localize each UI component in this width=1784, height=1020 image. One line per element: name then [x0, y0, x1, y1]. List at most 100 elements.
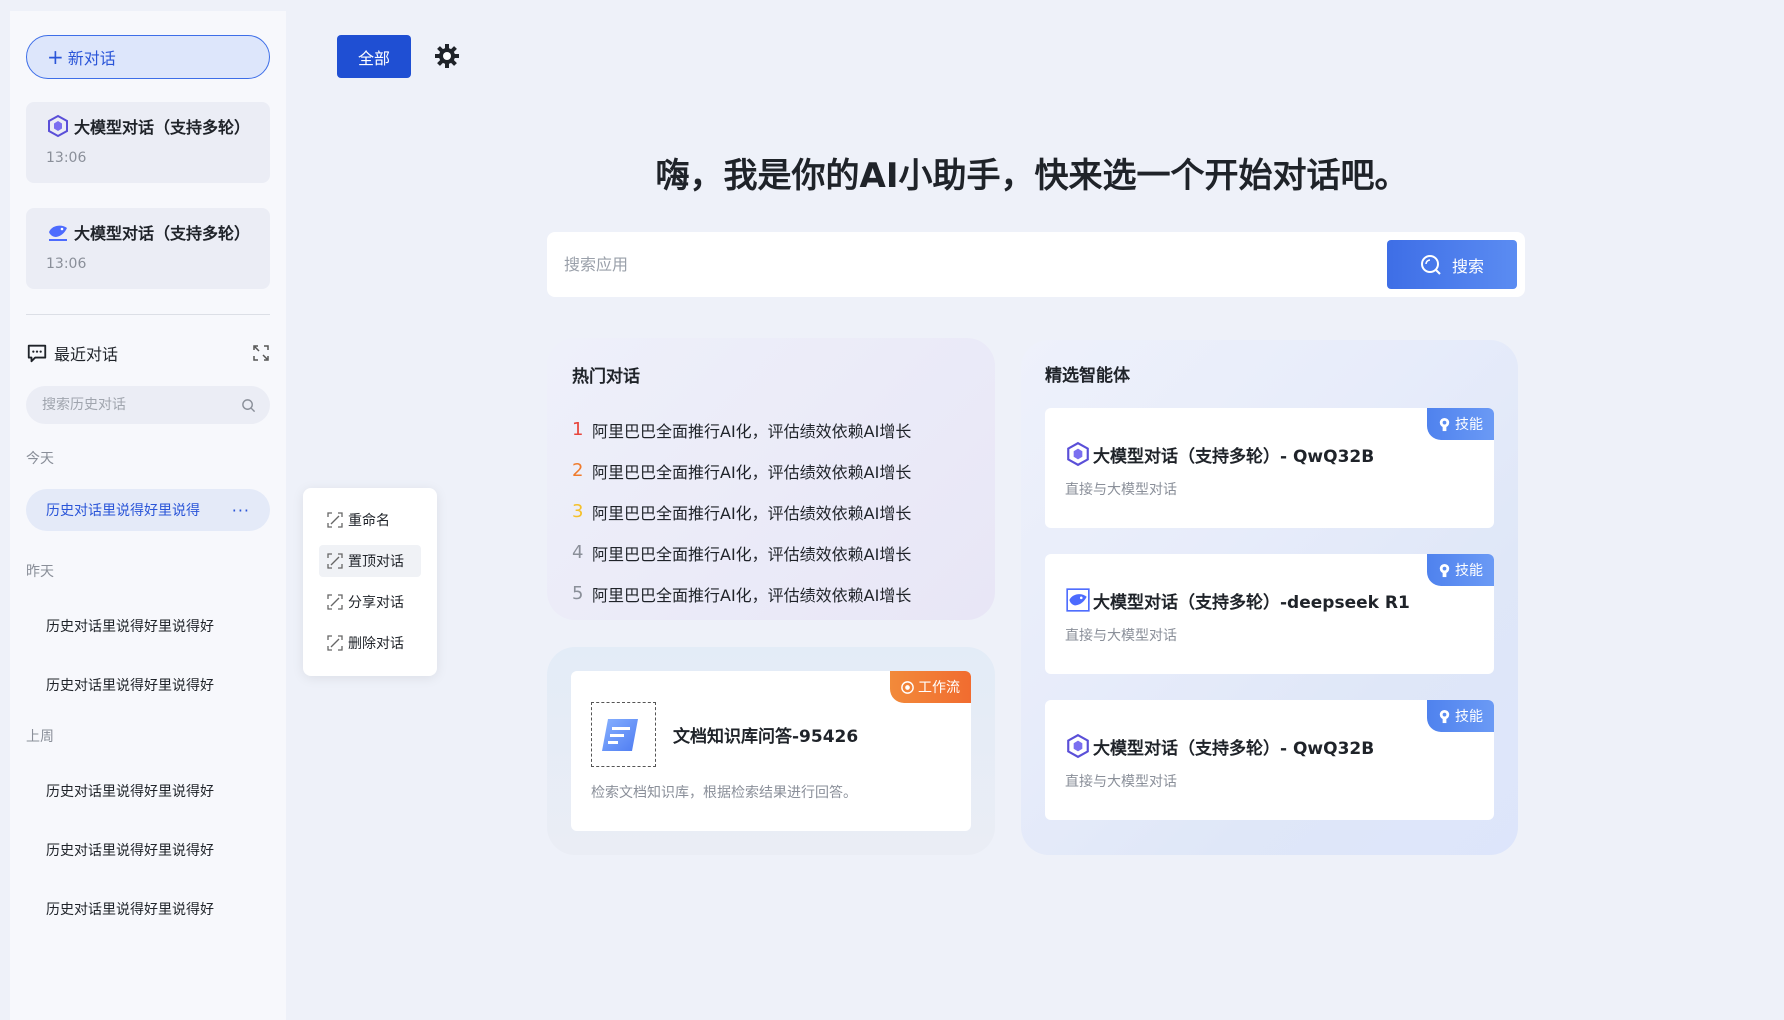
- document-knowledge-icon: [591, 702, 656, 767]
- history-item[interactable]: 历史对话里说得好里说得好: [46, 840, 214, 860]
- skill-tag-label: 技能: [1455, 417, 1483, 433]
- workflow-panel: 工作流 文档知识库问答-95426 检索文档知识库，根据检索结果进行回答。: [547, 647, 995, 855]
- sidebar: + 新对话 大模型对话（支持多轮） 13:06 大模型对话（支持多轮） 13:0…: [10, 11, 286, 1020]
- context-menu: 重命名 置顶对话 分享对话 删除对话: [303, 488, 437, 676]
- workflow-icon: [901, 680, 914, 694]
- gear-icon[interactable]: [434, 43, 460, 69]
- hot-item[interactable]: 5 阿里巴巴全面推行AI化，评估绩效依赖AI增长: [572, 573, 995, 614]
- agent-desc: 直接与大模型对话: [1065, 482, 1177, 498]
- model-chat-title: 大模型对话（支持多轮）: [74, 118, 251, 137]
- agent-card[interactable]: 技能 大模型对话（支持多轮）- QwQ32B 直接与大模型对话: [1045, 408, 1494, 528]
- ctx-pin[interactable]: 置顶对话: [319, 545, 421, 577]
- search-button[interactable]: 搜索: [1387, 240, 1517, 289]
- hot-item[interactable]: 2 阿里巴巴全面推行AI化，评估绩效依赖AI增长: [572, 450, 995, 491]
- sidebar-divider: [26, 314, 270, 315]
- history-item[interactable]: 历史对话里说得好里说得好: [46, 675, 214, 695]
- history-item[interactable]: 历史对话里说得好里说得好: [46, 781, 214, 801]
- workflow-name: 文档知识库问答-95426: [673, 727, 859, 747]
- new-chat-button[interactable]: + 新对话: [26, 35, 270, 79]
- chat-bubble-icon: [27, 344, 47, 363]
- recent-header: 最近对话: [26, 341, 270, 365]
- ctx-rename-label: 重命名: [348, 513, 390, 529]
- skill-tag: 技能: [1427, 700, 1494, 732]
- agents-title: 精选智能体: [1045, 366, 1130, 386]
- share-icon: [327, 594, 343, 610]
- skill-tag: 技能: [1427, 408, 1494, 440]
- app-search-bar: 搜索: [547, 232, 1525, 297]
- qwen-logo-icon: [48, 114, 68, 138]
- skill-icon: [1439, 563, 1450, 577]
- hot-rank: 5: [572, 583, 584, 604]
- agent-card[interactable]: 技能 大模型对话（支持多轮）-deepseek R1 直接与大模型对话: [1045, 554, 1494, 674]
- hot-text: 阿里巴巴全面推行AI化，评估绩效依赖AI增长: [592, 421, 912, 441]
- delete-icon: [327, 635, 343, 651]
- pin-icon: [327, 553, 343, 569]
- search-icon: [1420, 254, 1441, 275]
- hot-item[interactable]: 3 阿里巴巴全面推行AI化，评估绩效依赖AI增长: [572, 491, 995, 532]
- all-filter-button[interactable]: 全部: [337, 35, 411, 78]
- workflow-desc: 检索文档知识库，根据检索结果进行回答。: [591, 785, 857, 801]
- model-chat-time: 13:06: [46, 150, 87, 166]
- ctx-pin-label: 置顶对话: [348, 554, 404, 570]
- search-button-label: 搜索: [1451, 256, 1484, 276]
- model-chat-title: 大模型对话（支持多轮）: [74, 224, 251, 243]
- ctx-delete[interactable]: 删除对话: [319, 627, 421, 659]
- hot-text: 阿里巴巴全面推行AI化，评估绩效依赖AI增长: [592, 544, 912, 564]
- ctx-share[interactable]: 分享对话: [319, 586, 421, 618]
- history-item-label: 历史对话里说得好里说得: [46, 503, 200, 519]
- history-item[interactable]: 历史对话里说得好里说得好: [46, 899, 214, 919]
- history-search-input[interactable]: [42, 397, 241, 413]
- hot-conversations-panel: 热门对话 1 阿里巴巴全面推行AI化，评估绩效依赖AI增长 2 阿里巴巴全面推行…: [547, 338, 995, 620]
- model-chat-card[interactable]: 大模型对话（支持多轮） 13:06: [26, 208, 270, 289]
- hot-title: 热门对话: [572, 367, 640, 387]
- agent-name: 大模型对话（支持多轮）-deepseek R1: [1093, 592, 1410, 613]
- qwen-logo-icon: [1067, 441, 1089, 467]
- agent-name: 大模型对话（支持多轮）- QwQ32B: [1093, 446, 1375, 467]
- plus-icon: +: [47, 45, 64, 69]
- agent-desc: 直接与大模型对话: [1065, 628, 1177, 644]
- deepseek-logo-icon: [49, 225, 67, 241]
- group-label-last-week: 上周: [26, 729, 54, 745]
- expand-icon[interactable]: [252, 344, 270, 362]
- featured-agents-panel: 精选智能体 技能 大模型对话（支持多轮）- QwQ32B 直接与大模型对话 技能: [1021, 340, 1518, 855]
- agent-card[interactable]: 技能 大模型对话（支持多轮）- QwQ32B 直接与大模型对话: [1045, 700, 1494, 820]
- more-icon[interactable]: ···: [232, 501, 250, 520]
- hot-rank: 2: [572, 460, 584, 481]
- qwen-logo-icon: [1067, 733, 1089, 759]
- workflow-card[interactable]: 工作流 文档知识库问答-95426 检索文档知识库，根据检索结果进行回答。: [571, 671, 971, 831]
- search-icon[interactable]: [241, 398, 256, 413]
- agent-name: 大模型对话（支持多轮）- QwQ32B: [1093, 738, 1375, 759]
- hot-item[interactable]: 1 阿里巴巴全面推行AI化，评估绩效依赖AI增长: [572, 409, 995, 450]
- page-title: 嗨，我是你的AI小助手，快来选一个开始对话吧。: [655, 156, 1409, 196]
- workflow-tag-label: 工作流: [918, 680, 960, 696]
- model-chat-time: 13:06: [46, 256, 87, 272]
- history-item[interactable]: 历史对话里说得好里说得好: [46, 616, 214, 636]
- skill-tag-label: 技能: [1455, 563, 1483, 579]
- recent-title: 最近对话: [54, 345, 119, 364]
- model-chat-card[interactable]: 大模型对话（支持多轮） 13:06: [26, 102, 270, 183]
- ctx-share-label: 分享对话: [348, 595, 404, 611]
- skill-icon: [1439, 417, 1450, 431]
- hot-rank: 4: [572, 542, 584, 563]
- app-search-input[interactable]: [564, 255, 1387, 274]
- hot-text: 阿里巴巴全面推行AI化，评估绩效依赖AI增长: [592, 585, 912, 605]
- workflow-tag: 工作流: [890, 671, 971, 703]
- hot-rank: 1: [572, 419, 584, 440]
- hot-text: 阿里巴巴全面推行AI化，评估绩效依赖AI增长: [592, 462, 912, 482]
- agent-desc: 直接与大模型对话: [1065, 774, 1177, 790]
- rename-icon: [327, 512, 343, 528]
- ctx-delete-label: 删除对话: [348, 636, 404, 652]
- history-item-active[interactable]: 历史对话里说得好里说得 ···: [26, 489, 270, 531]
- group-label-today: 今天: [26, 451, 54, 467]
- deepseek-logo-icon: [1066, 588, 1090, 612]
- group-label-yesterday: 昨天: [26, 564, 54, 580]
- hot-item[interactable]: 4 阿里巴巴全面推行AI化，评估绩效依赖AI增长: [572, 532, 995, 573]
- skill-tag-label: 技能: [1455, 709, 1483, 725]
- skill-tag: 技能: [1427, 554, 1494, 586]
- new-chat-label: 新对话: [67, 49, 116, 68]
- ctx-rename[interactable]: 重命名: [319, 504, 421, 536]
- hot-text: 阿里巴巴全面推行AI化，评估绩效依赖AI增长: [592, 503, 912, 523]
- skill-icon: [1439, 709, 1450, 723]
- history-search: [26, 386, 270, 424]
- hot-rank: 3: [572, 501, 584, 522]
